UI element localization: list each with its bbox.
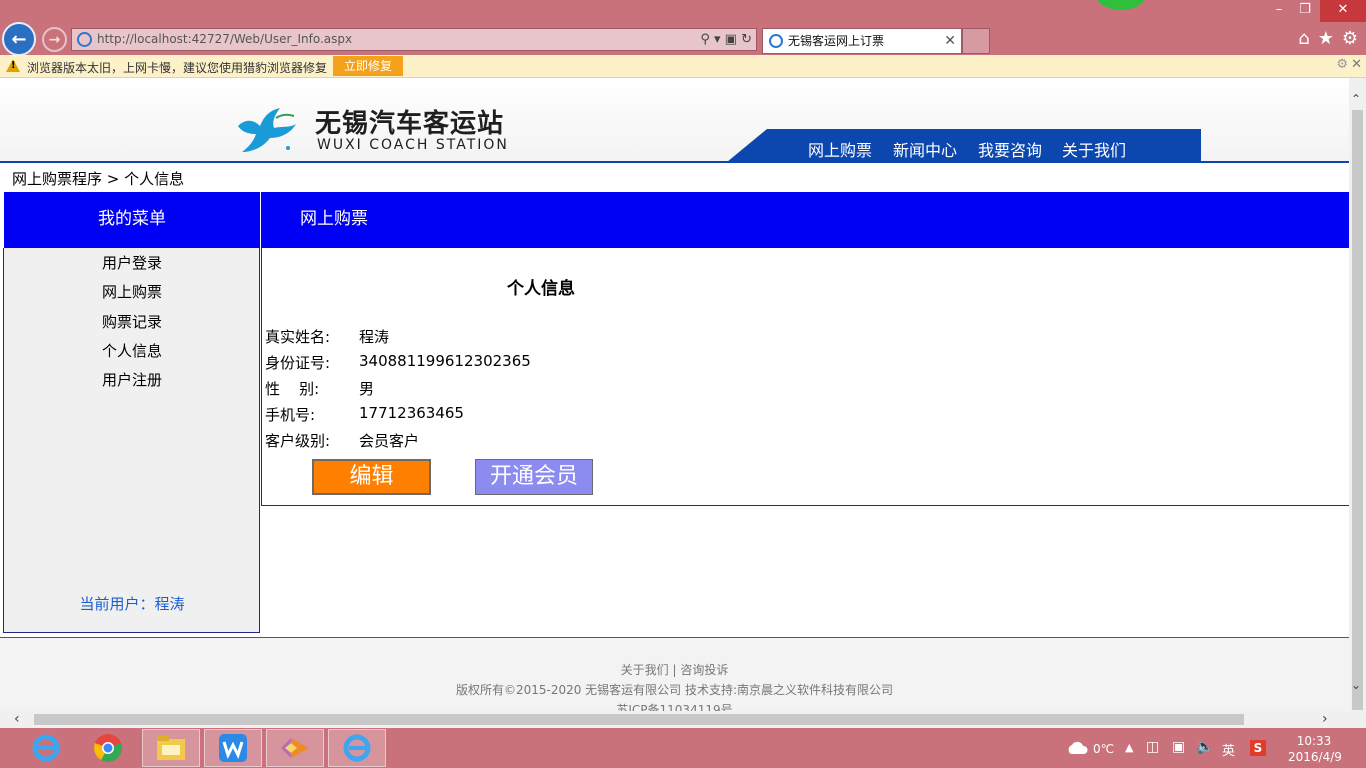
personal-info-title: 个人信息 <box>507 279 575 299</box>
sidebar-title: 我的菜单 <box>4 192 260 248</box>
url-text: http://localhost:42727/Web/User_Info.asp… <box>97 32 353 46</box>
gender-value: 男 <box>359 380 375 398</box>
settings-gear-icon[interactable]: ⚙ <box>1342 28 1358 52</box>
visual-studio-taskbar-icon[interactable] <box>266 729 324 767</box>
header-divider <box>0 161 1349 163</box>
main-header-title: 网上购票 <box>300 209 368 229</box>
taskbar-clock[interactable]: 10:33 2016/4/9 <box>1288 733 1342 765</box>
gender-label: 性 别: <box>265 380 320 398</box>
scroll-left-icon[interactable]: ‹ <box>14 711 20 727</box>
info-bar: 浏览器版本太旧，上网卡慢，建议您使用猎豹浏览器修复 立即修复 ⚙ ✕ <box>0 55 1366 78</box>
top-navigation <box>727 129 1201 162</box>
dove-logo-icon <box>238 108 296 152</box>
sidebar-item-login[interactable]: 用户登录 <box>4 252 260 273</box>
back-icon[interactable]: ← <box>2 22 36 56</box>
vertical-scroll-thumb[interactable] <box>1352 110 1363 710</box>
browser-tab[interactable]: 无锡客运网上订票 ✕ <box>762 28 962 54</box>
home-icon[interactable]: ⌂ <box>1298 28 1309 52</box>
network-icon[interactable]: ◫ <box>1146 739 1159 755</box>
sidebar-item-register[interactable]: 用户注册 <box>4 369 260 390</box>
real-name-label: 真实姓名: <box>265 328 331 346</box>
tab-close-icon[interactable]: ✕ <box>944 29 956 53</box>
nav-ticket-purchase[interactable]: 网上购票 <box>808 137 872 161</box>
infobar-gear-icon[interactable]: ⚙ <box>1336 57 1348 72</box>
weather-cloud-icon[interactable] <box>1066 741 1088 755</box>
footer-links[interactable]: 关于我们 | 咨询投诉 <box>0 661 1349 678</box>
fix-now-button[interactable]: 立即修复 <box>333 56 403 76</box>
sidebar-item-personal-info[interactable]: 个人信息 <box>4 340 260 361</box>
nav-news-center[interactable]: 新闻中心 <box>893 137 957 161</box>
volume-icon[interactable]: 🔈 <box>1196 739 1213 755</box>
minimize-icon[interactable]: – <box>1268 0 1290 22</box>
address-tools-icon[interactable]: ⚲ ▾ ▣ ↻ <box>700 29 752 50</box>
file-explorer-taskbar-icon[interactable] <box>142 729 200 767</box>
main-header: 网上购票 <box>261 192 1349 248</box>
browser-toolbar-icons: ⌂ ★ ⚙ <box>1298 28 1358 52</box>
customer-level-label: 客户级别: <box>265 432 331 450</box>
infobar-close-icon[interactable]: ✕ <box>1351 57 1362 72</box>
ie-taskbar-icon[interactable] <box>17 729 75 767</box>
forward-icon[interactable]: → <box>42 27 67 52</box>
close-window-icon[interactable]: ✕ <box>1320 0 1366 22</box>
horizontal-scrollbar[interactable]: ‹ › <box>0 711 1366 728</box>
new-tab-button[interactable] <box>962 28 990 54</box>
ie-active-taskbar-icon[interactable] <box>328 729 386 767</box>
scroll-down-icon[interactable]: ⌄ <box>1351 678 1361 692</box>
id-number-value: 340881199612302365 <box>359 352 531 370</box>
id-number-label: 身份证号: <box>265 354 331 372</box>
phone-label: 手机号: <box>265 406 316 424</box>
nav-about-us[interactable]: 关于我们 <box>1062 137 1126 161</box>
wps-taskbar-icon[interactable] <box>204 729 262 767</box>
browser-titlebar <box>0 0 1366 24</box>
show-hidden-icons-icon[interactable]: ▲ <box>1125 741 1133 754</box>
sidebar-item-purchase-history[interactable]: 购票记录 <box>4 311 260 332</box>
current-user-label: 当前用户：程涛 <box>79 595 185 613</box>
footer-copyright: 版权所有©2015-2020 无锡客运有限公司 技术支持:南京晨之义软件科技有限… <box>455 683 894 697</box>
breadcrumb: 网上购票程序 > 个人信息 <box>12 170 185 188</box>
footer: 关于我们 | 咨询投诉 版权所有©2015-2020 无锡客运有限公司 技术支持… <box>0 638 1349 717</box>
info-message: 浏览器版本太旧，上网卡慢，建议您使用猎豹浏览器修复 <box>27 61 328 75</box>
chrome-taskbar-icon[interactable] <box>79 729 137 767</box>
edit-button[interactable]: 编辑 <box>312 459 431 495</box>
clock-time: 10:33 <box>1296 734 1332 748</box>
temperature-text: 0℃ <box>1093 742 1115 756</box>
favorites-star-icon[interactable]: ★ <box>1318 28 1334 52</box>
real-name-value: 程涛 <box>359 328 390 346</box>
phone-value: 17712363465 <box>359 404 464 422</box>
clock-date: 2016/4/9 <box>1288 750 1342 764</box>
sogou-input-icon[interactable]: S <box>1250 740 1266 756</box>
ime-indicator[interactable]: 英 <box>1222 740 1235 759</box>
nav-consult[interactable]: 我要咨询 <box>978 137 1042 161</box>
scroll-up-icon[interactable]: ⌃ <box>1351 92 1361 106</box>
scroll-right-icon[interactable]: › <box>1322 711 1328 727</box>
address-bar[interactable]: http://localhost:42727/Web/User_Info.asp… <box>71 28 757 51</box>
warning-icon <box>6 59 20 72</box>
ie-icon <box>77 32 92 47</box>
sidebar-menu <box>3 248 260 633</box>
site-logo-en: WUXI COACH STATION <box>317 137 509 153</box>
vertical-scrollbar[interactable]: ⌃ ⌄ <box>1349 78 1366 711</box>
ie-icon <box>769 34 783 48</box>
tab-title: 无锡客运网上订票 <box>788 34 885 48</box>
sidebar-item-buy-ticket[interactable]: 网上购票 <box>4 281 260 302</box>
site-logo-cn: 无锡汽车客运站 <box>315 109 505 139</box>
customer-level-value: 会员客户 <box>359 432 420 450</box>
activate-membership-button[interactable]: 开通会员 <box>475 459 593 495</box>
horizontal-scroll-thumb[interactable] <box>34 714 1244 725</box>
restore-icon[interactable]: ❐ <box>1294 0 1316 22</box>
device-icon[interactable]: ▣ <box>1172 739 1185 755</box>
